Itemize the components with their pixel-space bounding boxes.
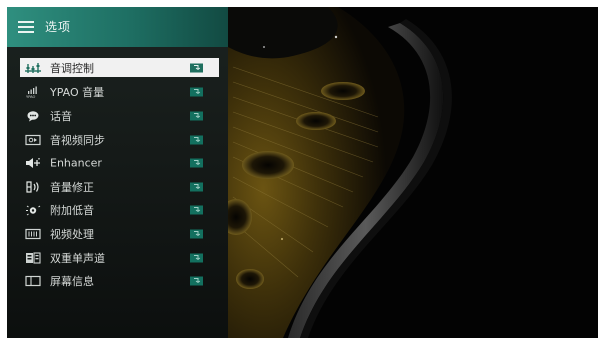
menu-item-screen-info[interactable]: 屏幕信息 [20, 269, 219, 293]
menu-item-label: 双重单声道 [50, 251, 105, 265]
menu-item-volume-trim[interactable]: 音量修正 [20, 175, 219, 199]
speech-bubble-icon [27, 111, 39, 122]
svg-text:YPAO: YPAO [26, 95, 36, 98]
tv-screen: 选项 音调控制 YPAO YPAO 音量 话音 音视频同步 Enhancer 音… [7, 7, 598, 338]
menu-item-ypao-volume[interactable]: YPAO YPAO 音量 [20, 81, 219, 105]
menu-header: 选项 [7, 7, 228, 47]
enter-submenu-icon [190, 158, 203, 168]
equalizer-icon [25, 62, 41, 73]
menu-item-label: YPAO 音量 [50, 86, 105, 100]
volume-trim-icon [26, 181, 39, 193]
menu-item-label: 音调控制 [50, 61, 94, 75]
video-processing-icon [25, 228, 41, 240]
menu-item-dialogue[interactable]: 话音 [20, 104, 219, 128]
enter-submenu-icon [190, 87, 203, 97]
enter-submenu-icon [190, 135, 203, 145]
menu-item-label: 附加低音 [50, 204, 94, 218]
av-sync-icon [25, 134, 41, 145]
menu-item-label: 话音 [50, 109, 72, 123]
enter-submenu-icon [190, 182, 203, 192]
menu-item-label: Enhancer [50, 156, 102, 170]
menu-item-video-processing[interactable]: 视频处理 [20, 222, 219, 246]
enter-submenu-icon [190, 276, 203, 286]
menu-item-tone-control[interactable]: 音调控制 [20, 58, 219, 77]
menu-item-label: 视频处理 [50, 227, 94, 241]
enter-submenu-icon [190, 229, 203, 239]
menu-item-label: 屏幕信息 [50, 275, 94, 289]
menu-title: 选项 [45, 20, 72, 34]
menu-item-extra-bass[interactable]: 附加低音 [20, 199, 219, 223]
menu-item-dual-mono[interactable]: 双重单声道 [20, 246, 219, 270]
speaker-sparkle-icon [26, 158, 40, 169]
menu-item-enhancer[interactable]: Enhancer [20, 151, 219, 175]
options-menu-list: 音调控制 YPAO YPAO 音量 话音 音视频同步 Enhancer 音量修正… [20, 57, 219, 293]
ypao-icon: YPAO [26, 86, 37, 98]
enter-submenu-icon [190, 253, 203, 263]
subwoofer-icon [26, 205, 41, 216]
hamburger-menu-icon[interactable] [18, 21, 34, 33]
enter-submenu-icon [190, 111, 203, 121]
menu-item-av-sync[interactable]: 音视频同步 [20, 128, 219, 152]
menu-item-label: 音视频同步 [50, 133, 105, 147]
menu-item-label: 音量修正 [50, 180, 94, 194]
dual-mono-icon [26, 251, 41, 264]
piano-background-image [228, 7, 598, 338]
options-panel: 选项 音调控制 YPAO YPAO 音量 话音 音视频同步 Enhancer 音… [7, 7, 228, 338]
enter-submenu-icon [190, 63, 203, 72]
screen-info-icon [25, 276, 41, 287]
enter-submenu-icon [190, 205, 203, 215]
